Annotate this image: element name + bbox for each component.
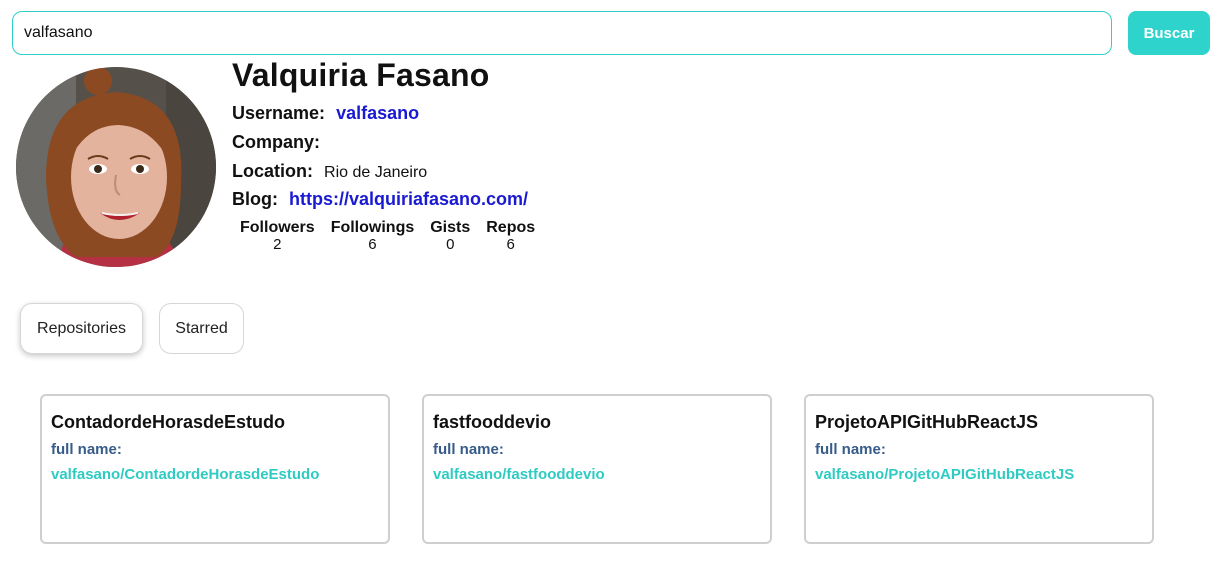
stat-label: Followers bbox=[240, 219, 315, 236]
username-row: Username: valfasano bbox=[232, 103, 419, 124]
location-row: Location: Rio de Janeiro bbox=[232, 161, 427, 182]
repo-full-name: valfasano/fastfooddevio bbox=[433, 466, 605, 483]
stat-followings: Followings 6 bbox=[323, 219, 423, 253]
profile-name: Valquiria Fasano bbox=[232, 57, 490, 93]
blog-label: Blog: bbox=[232, 189, 278, 209]
stat-label: Followings bbox=[330, 219, 415, 236]
search-input[interactable] bbox=[12, 11, 1112, 55]
stat-value: 6 bbox=[368, 236, 377, 253]
tab-repositories[interactable]: Repositories bbox=[20, 303, 143, 354]
stat-value: 6 bbox=[506, 236, 515, 253]
repo-full-name: valfasano/ProjetoAPIGitHubReactJS bbox=[815, 466, 1075, 483]
repo-full-name-label: full name: bbox=[433, 441, 504, 458]
avatar-image bbox=[16, 67, 216, 267]
repo-full-name: valfasano/ContadordeHorasdeEstudo bbox=[51, 466, 320, 483]
search-button[interactable]: Buscar bbox=[1128, 11, 1210, 55]
username-link[interactable]: valfasano bbox=[336, 103, 419, 123]
company-label: Company: bbox=[232, 132, 321, 152]
stat-gists: Gists 0 bbox=[422, 219, 478, 253]
stat-label: Gists bbox=[430, 219, 471, 236]
repo-full-name-label: full name: bbox=[815, 441, 886, 458]
repo-card[interactable]: ContadordeHorasdeEstudo full name: valfa… bbox=[40, 394, 390, 544]
stat-repos: Repos 6 bbox=[478, 219, 543, 253]
stat-value: 0 bbox=[446, 236, 455, 253]
stat-followers: Followers 2 bbox=[232, 219, 323, 253]
tab-starred[interactable]: Starred bbox=[159, 303, 244, 354]
repo-card[interactable]: ProjetoAPIGitHubReactJS full name: valfa… bbox=[804, 394, 1154, 544]
repo-card[interactable]: fastfooddevio full name: valfasano/fastf… bbox=[422, 394, 772, 544]
stat-label: Repos bbox=[486, 219, 536, 236]
blog-row: Blog: https://valquiriafasano.com/ bbox=[232, 189, 528, 210]
blog-link[interactable]: https://valquiriafasano.com/ bbox=[289, 189, 528, 209]
search-bar: Buscar bbox=[12, 11, 1211, 55]
repo-name: fastfooddevio bbox=[433, 412, 552, 432]
company-row: Company: bbox=[232, 132, 326, 153]
avatar bbox=[16, 67, 216, 267]
location-label: Location: bbox=[232, 161, 313, 181]
location-value: Rio de Janeiro bbox=[324, 164, 428, 181]
username-label: Username: bbox=[232, 103, 326, 123]
repo-name: ProjetoAPIGitHubReactJS bbox=[815, 412, 1039, 432]
repo-name: ContadordeHorasdeEstudo bbox=[51, 412, 286, 432]
repo-full-name-label: full name: bbox=[51, 441, 122, 458]
profile-stats: Followers 2 Followings 6 Gists 0 Repos 6 bbox=[232, 219, 543, 253]
stat-value: 2 bbox=[273, 236, 282, 253]
